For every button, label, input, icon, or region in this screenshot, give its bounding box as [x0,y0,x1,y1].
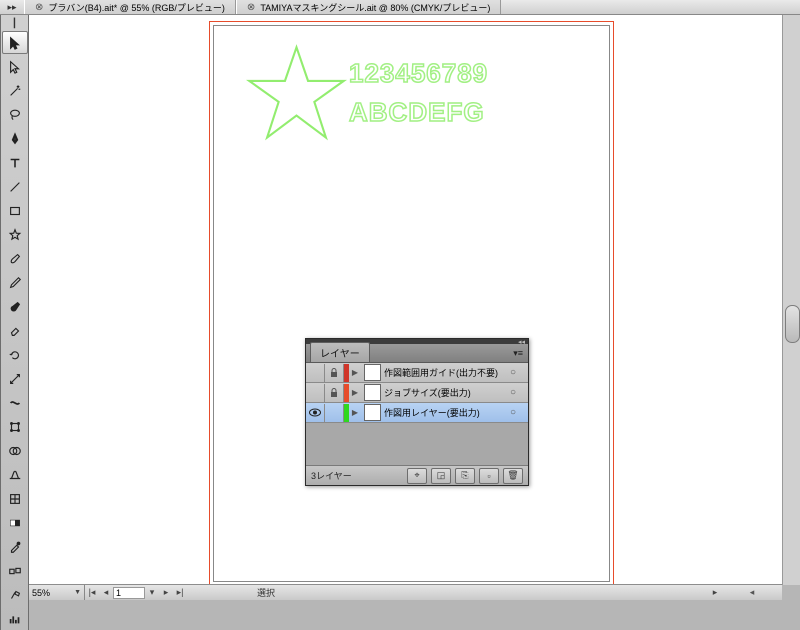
layer-name-label[interactable]: ジョブサイズ(要出力) [384,386,506,399]
lasso-tool[interactable] [2,103,28,126]
target-icon[interactable]: ○ [506,407,520,418]
eyedropper-tool[interactable] [2,535,28,558]
tab-label: TAMIYAマスキングシール.ait @ 80% (CMYK/プレビュー) [260,1,490,14]
visibility-toggle[interactable] [306,364,325,382]
zoom-menu-icon[interactable]: ▼ [74,589,84,596]
artboard: 123456789 ABCDEFG [213,25,610,582]
disclosure-triangle-icon[interactable]: ▶ [349,388,361,397]
perspective-grid-tool[interactable] [2,463,28,486]
mesh-tool[interactable] [2,487,28,510]
gradient-tool[interactable] [2,511,28,534]
visibility-toggle[interactable] [306,384,325,402]
target-icon[interactable]: ○ [506,387,520,398]
layer-row[interactable]: ▶ 作図用レイヤー(要出力) ○ [306,403,528,423]
artwork-text[interactable]: 123456789 ABCDEFG [349,54,488,132]
rotate-tool[interactable] [2,343,28,366]
layer-thumbnail[interactable] [364,384,381,401]
blob-brush-tool[interactable] [2,295,28,318]
status-bar: 55% ▼ |◂ ◂ 1 ▾ ▸ ▸| 選択 ▸ ◂ [28,584,782,600]
panel-menu-icon[interactable]: ▾≡ [508,345,528,362]
artwork-star[interactable] [244,41,349,146]
hscroll-left-icon[interactable]: ◂ [722,587,782,598]
direct-selection-tool[interactable] [2,55,28,78]
column-graph-tool[interactable] [2,607,28,630]
tab-label: プラバン(B4).ait* @ 55% (RGB/プレビュー) [48,1,225,14]
last-artboard-button[interactable]: ▸| [173,587,187,598]
status-menu-icon[interactable]: ▸ [708,587,722,598]
symbol-sprayer-tool[interactable] [2,583,28,606]
expand-panels-icon[interactable]: ▸▸ [0,2,24,13]
rectangle-tool[interactable] [2,199,28,222]
shape-builder-tool[interactable] [2,439,28,462]
layer-name-label[interactable]: 作図用レイヤー(要出力) [384,406,506,419]
close-icon[interactable]: ⊗ [247,2,255,13]
locate-object-button[interactable]: ⌖ [407,468,427,484]
eraser-tool[interactable] [2,319,28,342]
panel-tab-strip: レイヤー ▾≡ [306,344,528,363]
target-icon[interactable]: ○ [506,367,520,378]
layers-tab[interactable]: レイヤー [310,342,370,362]
scale-tool[interactable] [2,367,28,390]
zoom-value: 55% [32,588,50,598]
layer-count-label: 3レイヤー [311,469,352,482]
prev-artboard-button[interactable]: ◂ [99,587,113,598]
layers-empty-area [306,423,528,466]
artboard-number-field[interactable]: 1 [113,587,145,599]
paintbrush-tool[interactable] [2,247,28,270]
width-tool[interactable] [2,391,28,414]
scrollbar-thumb[interactable] [785,305,800,343]
document-tab-1[interactable]: ⊗ プラバン(B4).ait* @ 55% (RGB/プレビュー) [24,0,236,14]
document-tab-bar: ▸▸ ⊗ プラバン(B4).ait* @ 55% (RGB/プレビュー) ⊗ T… [0,0,800,15]
document-tab-2[interactable]: ⊗ TAMIYAマスキングシール.ait @ 80% (CMYK/プレビュー) [236,0,501,14]
status-text: 選択 [257,586,275,599]
toolbox: ┃ [0,15,29,630]
canvas[interactable]: 123456789 ABCDEFG [28,15,782,585]
disclosure-triangle-icon[interactable]: ▶ [349,368,361,377]
pencil-tool[interactable] [2,271,28,294]
selection-tool[interactable] [2,31,28,54]
artwork-text-line2: ABCDEFG [349,93,488,132]
make-clipping-mask-button[interactable]: ◲ [431,468,451,484]
line-tool[interactable] [2,175,28,198]
star-tool[interactable] [2,223,28,246]
layer-thumbnail[interactable] [364,404,381,421]
blend-tool[interactable] [2,559,28,582]
artwork-text-line1: 123456789 [349,54,488,93]
lock-toggle[interactable] [325,404,344,422]
first-artboard-button[interactable]: |◂ [85,587,99,598]
next-artboard-button[interactable]: ▸ [159,587,173,598]
layer-name-label[interactable]: 作図範囲用ガイド(出力不要) [384,366,506,379]
layers-panel-footer: 3レイヤー ⌖ ◲ ⎘ ▫ 🗑 [306,466,528,485]
pen-tool[interactable] [2,127,28,150]
lock-toggle[interactable] [325,384,344,402]
vertical-scrollbar[interactable] [782,15,800,585]
layer-thumbnail[interactable] [364,364,381,381]
free-transform-tool[interactable] [2,415,28,438]
delete-layer-button[interactable]: 🗑 [503,468,523,484]
toolbox-grip-icon[interactable]: ┃ [1,19,28,27]
new-layer-button[interactable]: ▫ [479,468,499,484]
layer-row[interactable]: ▶ 作図範囲用ガイド(出力不要) ○ [306,363,528,383]
type-tool[interactable] [2,151,28,174]
layer-row[interactable]: ▶ ジョブサイズ(要出力) ○ [306,383,528,403]
close-icon[interactable]: ⊗ [35,2,43,13]
canvas-workspace: 123456789 ABCDEFG [28,15,782,585]
visibility-toggle[interactable] [306,404,325,422]
zoom-field[interactable]: 55% ▼ [28,585,85,600]
new-sublayer-button[interactable]: ⎘ [455,468,475,484]
disclosure-triangle-icon[interactable]: ▶ [349,408,361,417]
lock-toggle[interactable] [325,364,344,382]
artboard-menu-icon[interactable]: ▾ [145,587,159,598]
magic-wand-tool[interactable] [2,79,28,102]
layers-panel[interactable]: ◂◂ レイヤー ▾≡ ▶ 作図範囲用ガイド(出力不要) ○ ▶ ジョブサイズ(要… [305,338,529,486]
